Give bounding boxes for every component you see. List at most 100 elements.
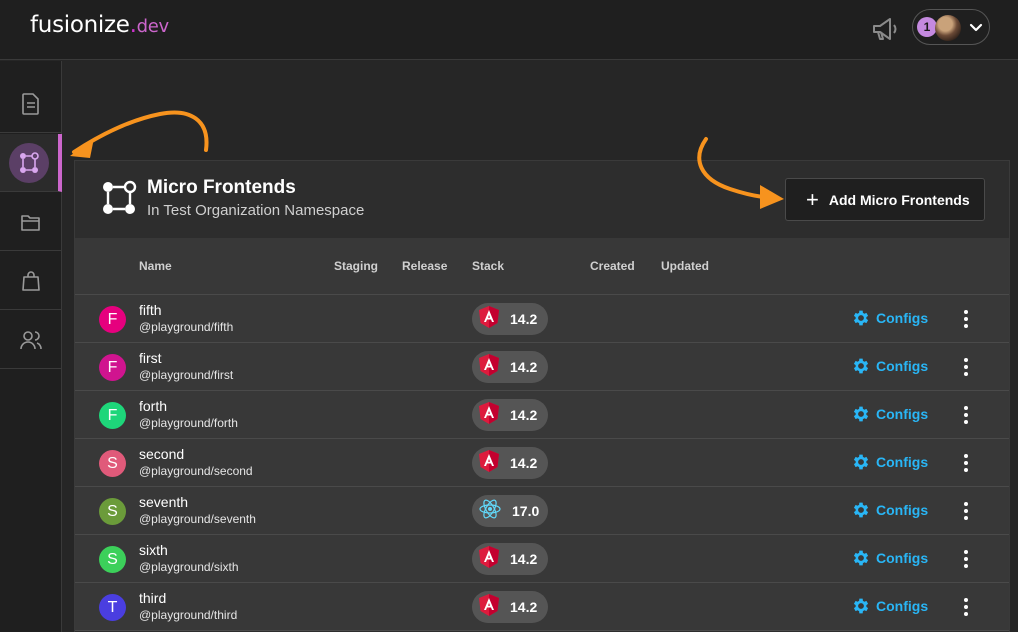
stack-version: 17.0 <box>512 503 540 519</box>
column-header-name[interactable]: Name <box>139 259 172 273</box>
column-header-updated[interactable]: Updated <box>661 259 709 273</box>
logo[interactable]: fusionize.dev <box>30 12 169 38</box>
stack-version: 14.2 <box>510 407 538 423</box>
app-avatar: S <box>99 450 126 477</box>
table-row[interactable]: Sseventh @playground/seventh 17.0 Configs <box>75 487 1009 535</box>
stack-version: 14.2 <box>510 359 538 375</box>
table-row[interactable]: Fforth @playground/forth 14.2 Configs <box>75 391 1009 439</box>
more-options-icon[interactable] <box>959 403 973 427</box>
stack-badge: 17.0 <box>472 495 548 527</box>
stack-badge: 14.2 <box>472 591 548 623</box>
more-options-icon[interactable] <box>959 355 973 379</box>
app-avatar: F <box>99 354 126 381</box>
document-icon <box>22 92 39 115</box>
add-micro-frontends-button[interactable]: + Add Micro Frontends <box>785 178 985 221</box>
configs-button[interactable]: Configs <box>851 356 928 376</box>
table-header: Name Staging Release Stack Created Updat… <box>75 238 1009 295</box>
user-menu-button[interactable]: 1 <box>912 9 990 45</box>
configs-button[interactable]: Configs <box>851 452 928 472</box>
micro-frontends-icon <box>20 151 39 173</box>
app-name[interactable]: first <box>139 350 162 366</box>
megaphone-icon[interactable] <box>870 14 900 44</box>
stack-version: 14.2 <box>510 551 538 567</box>
more-options-icon[interactable] <box>959 307 973 331</box>
table-row[interactable]: Ssixth @playground/sixth 14.2 Configs <box>75 535 1009 583</box>
react-icon <box>478 497 502 526</box>
sidebar-item-folders[interactable] <box>0 193 62 251</box>
configs-button[interactable]: Configs <box>851 404 928 424</box>
package-name: @playground/forth <box>139 416 238 430</box>
app-name[interactable]: second <box>139 446 184 462</box>
stack-badge: 14.2 <box>472 399 548 431</box>
angular-icon <box>478 545 500 574</box>
app-avatar: F <box>99 306 126 333</box>
table-row[interactable]: Tthird @playground/third 14.2 Configs <box>75 583 1009 631</box>
stack-version: 14.2 <box>510 599 538 615</box>
package-name: @playground/first <box>139 368 234 382</box>
logo-suffix: dev <box>136 16 170 37</box>
column-header-stack[interactable]: Stack <box>472 259 504 273</box>
gear-icon <box>853 502 869 518</box>
sidebar-item-documents[interactable] <box>0 75 62 133</box>
app-avatar: T <box>99 594 126 621</box>
angular-icon <box>478 593 500 622</box>
app-name[interactable]: seventh <box>139 494 188 510</box>
package-name: @playground/sixth <box>139 560 239 574</box>
configs-label: Configs <box>876 454 929 470</box>
package-name: @playground/fifth <box>139 320 234 334</box>
more-options-icon[interactable] <box>959 451 973 475</box>
add-button-label: Add Micro Frontends <box>828 191 970 208</box>
app-avatar: S <box>99 546 126 573</box>
package-name: @playground/third <box>139 608 238 622</box>
logo-main: fusionize <box>30 12 130 38</box>
sidebar-item-bag[interactable] <box>0 252 62 310</box>
gear-icon <box>853 310 869 326</box>
gear-icon <box>853 358 869 374</box>
configs-label: Configs <box>876 358 929 374</box>
folder-icon <box>21 214 40 231</box>
configs-button[interactable]: Configs <box>851 308 928 328</box>
stack-version: 14.2 <box>510 311 538 327</box>
table-row[interactable]: Ffirst @playground/first 14.2 Configs <box>75 343 1009 391</box>
angular-icon <box>478 305 500 334</box>
page-subtitle: In Test Organization Namespace <box>147 202 365 219</box>
micro-frontends-icon <box>103 180 137 214</box>
configs-label: Configs <box>876 598 929 614</box>
configs-button[interactable]: Configs <box>851 596 928 616</box>
package-name: @playground/seventh <box>139 512 256 526</box>
configs-label: Configs <box>876 310 929 326</box>
app-name[interactable]: fifth <box>139 302 162 318</box>
configs-label: Configs <box>876 406 929 422</box>
gear-icon <box>853 406 869 422</box>
more-options-icon[interactable] <box>959 499 973 523</box>
column-header-created[interactable]: Created <box>590 259 635 273</box>
angular-icon <box>478 353 500 382</box>
configs-button[interactable]: Configs <box>851 548 928 568</box>
table-row[interactable]: Ssecond @playground/second 14.2 Configs <box>75 439 1009 487</box>
column-header-release[interactable]: Release <box>402 259 447 273</box>
configs-label: Configs <box>876 502 929 518</box>
plus-icon: + <box>806 186 819 212</box>
app-name[interactable]: third <box>139 590 166 606</box>
sidebar-item-users[interactable] <box>0 311 62 369</box>
app-name[interactable]: sixth <box>139 542 168 558</box>
column-header-staging[interactable]: Staging <box>334 259 378 273</box>
gear-icon <box>853 454 869 470</box>
sidebar-active-indicator <box>9 142 49 183</box>
app-name[interactable]: forth <box>139 398 167 414</box>
angular-icon <box>478 449 500 478</box>
sidebar <box>0 61 62 632</box>
stack-badge: 14.2 <box>472 303 548 335</box>
sidebar-item-micro-frontends[interactable] <box>0 134 62 192</box>
table-row[interactable]: Ffifth @playground/fifth 14.2 Configs <box>75 295 1009 343</box>
users-icon <box>20 330 42 349</box>
avatar <box>935 15 961 41</box>
app-avatar: S <box>99 498 126 525</box>
more-options-icon[interactable] <box>959 595 973 619</box>
notification-badge[interactable]: 1 <box>917 17 937 37</box>
panel-header: Micro Frontends In Test Organization Nam… <box>75 161 1009 238</box>
chevron-down-icon <box>969 23 983 32</box>
configs-button[interactable]: Configs <box>851 500 928 520</box>
more-options-icon[interactable] <box>959 547 973 571</box>
stack-version: 14.2 <box>510 455 538 471</box>
